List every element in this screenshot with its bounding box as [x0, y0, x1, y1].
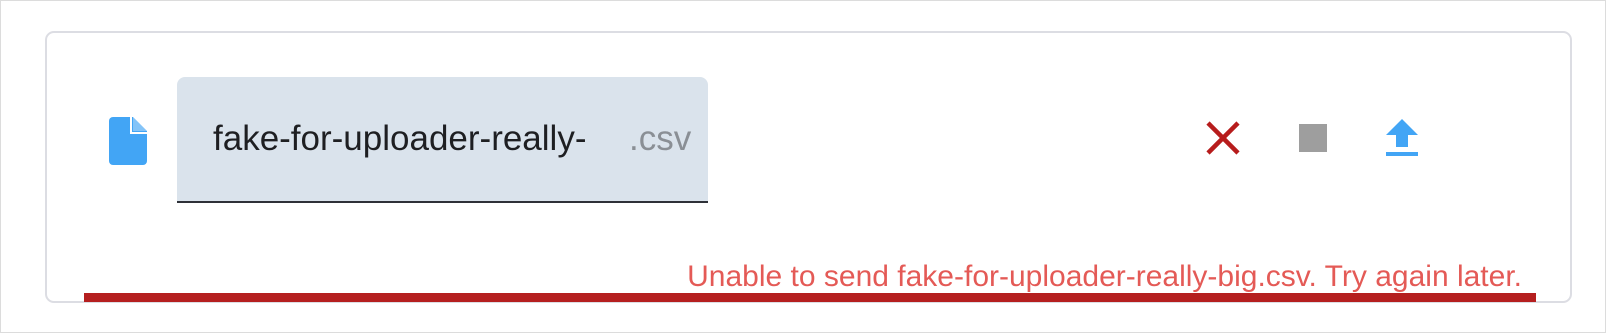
file-name-text: fake-for-uploader-really-: [213, 119, 587, 158]
upload-icon: [1386, 119, 1418, 156]
page-frame: fake-for-uploader-really- .csv Unable to…: [0, 0, 1606, 333]
stop-button[interactable]: [1288, 113, 1338, 163]
upload-progress-bar: [84, 293, 1536, 302]
file-name-field[interactable]: fake-for-uploader-really- .csv: [177, 77, 708, 203]
error-message: Unable to send fake-for-uploader-really-…: [687, 260, 1522, 293]
stop-icon: [1299, 124, 1327, 152]
close-icon: [1206, 121, 1240, 155]
file-icon: [109, 117, 147, 165]
upload-button[interactable]: [1377, 113, 1427, 163]
cancel-button[interactable]: [1198, 113, 1248, 163]
file-extension-text: .csv: [629, 119, 692, 158]
